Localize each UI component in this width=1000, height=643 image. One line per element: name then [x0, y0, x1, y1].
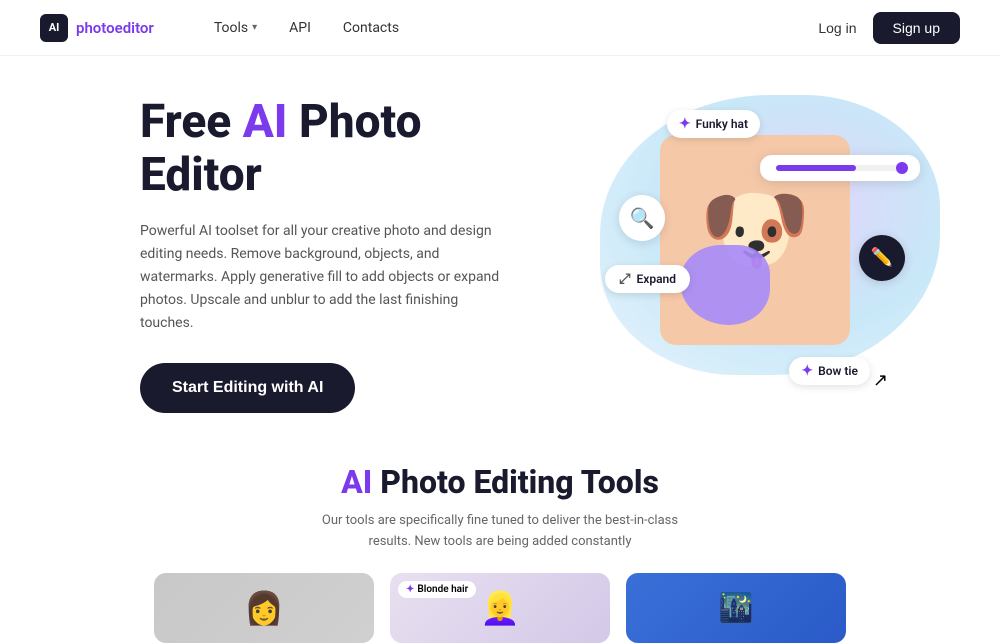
expand-tag: ⤢ Expand [605, 265, 690, 293]
tool-card-3-image: 🌃 [626, 573, 846, 643]
navbar: AI photoeditor Tools ▾ API Contacts Log … [0, 0, 1000, 56]
logo-text: photoeditor [76, 19, 154, 37]
edit-bubble: ✏️ [859, 235, 905, 281]
nav-link-contacts[interactable]: Contacts [343, 20, 399, 36]
tools-section-title: AI Photo Editing Tools [40, 463, 960, 501]
cursor-icon: ↗ [873, 370, 888, 391]
nav-link-tools[interactable]: Tools ▾ [214, 20, 257, 36]
expand-icon: ⤢ [619, 271, 630, 287]
search-icon: 🔍 [630, 206, 655, 230]
nav-actions: Log in Sign up [818, 12, 960, 44]
hero-content: Free AI PhotoEditor Powerful AI toolset … [140, 96, 560, 413]
hero-section: Free AI PhotoEditor Powerful AI toolset … [0, 56, 1000, 433]
tool-card-1: 👩 [154, 573, 374, 643]
plus-icon: ✦ [679, 116, 691, 132]
tools-section-description: Our tools are specifically fine tuned to… [300, 511, 700, 553]
search-bubble: 🔍 [619, 195, 665, 241]
progress-card [760, 155, 920, 181]
nav-link-api[interactable]: API [289, 20, 311, 36]
blonde-hair-tag: ✦ Blonde hair [398, 581, 476, 598]
bow-tie-tag: ✦ Bow tie [789, 357, 870, 385]
login-button[interactable]: Log in [818, 20, 856, 36]
hero-title: Free AI PhotoEditor [140, 96, 560, 202]
hero-illustration: ✦ Funky hat 🔍 🐶 ⤢ Expand ✏️ [580, 105, 960, 405]
nav-links: Tools ▾ API Contacts [214, 20, 819, 36]
logo[interactable]: AI photoeditor [40, 14, 154, 42]
tools-section: AI Photo Editing Tools Our tools are spe… [0, 433, 1000, 643]
tool-card-2: 👱‍♀️ ✦ Blonde hair [390, 573, 610, 643]
tag-plus-icon: ✦ [406, 584, 414, 595]
chevron-down-icon: ▾ [252, 22, 257, 33]
funky-hat-tag: ✦ Funky hat [667, 110, 760, 138]
tool-card-3: 🌃 [626, 573, 846, 643]
plus-icon-2: ✦ [801, 363, 813, 379]
progress-dot [896, 162, 908, 174]
hero-description: Powerful AI toolset for all your creativ… [140, 220, 500, 335]
start-editing-button[interactable]: Start Editing with AI [140, 363, 355, 413]
progress-bar-fill [776, 165, 856, 171]
progress-bar-track [776, 165, 906, 171]
signup-button[interactable]: Sign up [873, 12, 960, 44]
logo-icon: AI [40, 14, 68, 42]
edit-icon: ✏️ [871, 247, 893, 268]
tool-cards-preview: 👩 👱‍♀️ ✦ Blonde hair 🌃 [40, 573, 960, 643]
tool-card-1-image: 👩 [154, 573, 374, 643]
